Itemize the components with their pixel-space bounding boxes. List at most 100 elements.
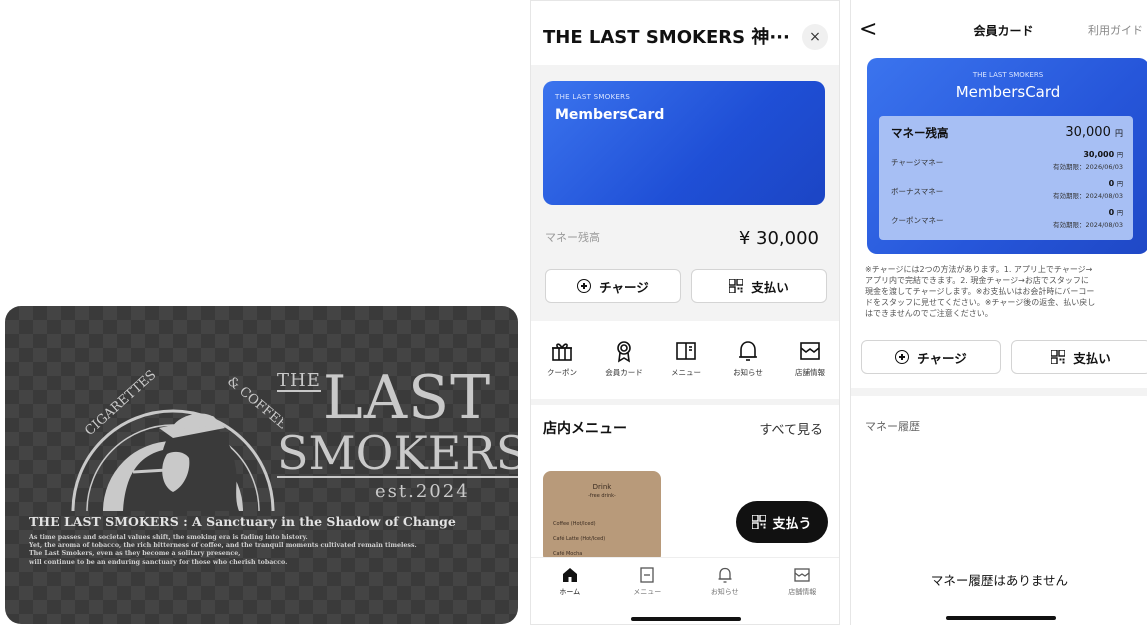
notice-line: 現金を渡してチャージします。※お支払いはお会計時にバーコー	[865, 287, 1095, 296]
shortcut-row: クーポン 会員カード メニュー お知らせ 店舗情報	[531, 339, 839, 389]
drink-row: Café Latte (Hot/Iced)	[553, 536, 606, 542]
shortcut-label: 店舗情報	[795, 368, 825, 377]
tab-label: メニュー	[633, 588, 662, 596]
tab-store-info[interactable]: 店舗情報	[767, 566, 837, 624]
shortcut-news[interactable]: お知らせ	[717, 339, 779, 389]
yen-unit: 円	[1116, 210, 1123, 217]
card-body-line: will continue to be an enduring sanctuar…	[29, 558, 288, 566]
card-tagline: THE LAST SMOKERS : A Sanctuary in the Sh…	[29, 514, 456, 529]
shortcut-menu[interactable]: メニュー	[655, 339, 717, 389]
members-card[interactable]: THE LAST SMOKERS MembersCard	[543, 81, 825, 205]
shortcut-members-card[interactable]: 会員カード	[593, 339, 655, 389]
money-balance-amount: 30,000	[1065, 125, 1111, 140]
menu-icon	[640, 567, 654, 583]
shortcut-label: 会員カード	[605, 368, 643, 377]
card-brand: THE LAST SMOKERS	[555, 93, 631, 101]
home-icon	[562, 568, 577, 582]
shortcut-store-info[interactable]: 店舗情報	[779, 339, 839, 389]
plus-circle-icon	[895, 350, 910, 364]
drink-card-subtitle: -free drink-	[588, 493, 616, 499]
tab-label: お知らせ	[710, 588, 739, 596]
screenshot-canvas: CIGARETTES & COFFEE THELAST SMOKERS est.…	[0, 0, 1147, 625]
money-balance-value: 30,000 円	[1065, 125, 1123, 140]
coupon-money-expiry: 有効期限：2024/08/03	[1053, 221, 1123, 229]
card-brand: THE LAST SMOKERS	[972, 71, 1044, 79]
store-icon	[800, 342, 820, 360]
app-header: THE LAST SMOKERS 神··· ×	[531, 1, 839, 65]
charge-money-amount: 30,000 円	[1083, 150, 1123, 159]
plus-circle-icon	[577, 279, 592, 293]
members-card: THE LAST SMOKERS MembersCard マネー残高 30,00…	[867, 58, 1147, 254]
card-name: MembersCard	[555, 107, 665, 123]
menu-section-title: 店内メニュー	[543, 421, 627, 437]
tab-label: 店舗情報	[788, 588, 817, 596]
drink-card-title: Drink	[592, 483, 612, 491]
coupon-money-label: クーポンマネー	[891, 216, 944, 225]
money-balance-label: マネー残高	[891, 126, 949, 140]
close-icon[interactable]: ×	[802, 24, 828, 50]
badge-icon	[617, 341, 631, 363]
see-all-link[interactable]: すべて見る	[759, 419, 823, 438]
bonus-money-label: ボーナスマネー	[891, 187, 944, 196]
charge-button-label: チャージ	[917, 350, 967, 366]
phone-home-screen: THE LAST SMOKERS 神··· × THE LAST SMOKERS…	[530, 0, 840, 625]
charge-button[interactable]: チャージ	[861, 340, 1001, 374]
brand-established: est.2024	[375, 481, 470, 502]
pay-button-label: 支払い	[751, 279, 789, 295]
money-history-title: マネー履歴	[865, 420, 920, 433]
fab-label: 支払う	[772, 516, 812, 532]
phone-members-card-screen: < 会員カード 利用ガイド THE LAST SMOKERS MembersCa…	[850, 0, 1147, 625]
shortcut-coupon[interactable]: クーポン	[531, 339, 593, 389]
card-name: MembersCard	[955, 83, 1061, 101]
charge-money-expiry: 有効期限：2026/06/03	[1053, 163, 1123, 171]
book-icon	[676, 342, 696, 360]
money-history-empty: マネー履歴はありません	[930, 573, 1069, 588]
brand-last: LAST	[322, 363, 492, 433]
qr-code-icon	[752, 515, 767, 529]
charge-money-label: チャージマネー	[891, 158, 944, 167]
brand-the: THE	[277, 370, 321, 392]
bottom-tab-bar: ホーム メニュー お知らせ 店舗情報	[531, 557, 839, 624]
bonus-money-expiry: 有効期限：2024/08/03	[1053, 192, 1123, 200]
shortcut-label: お知らせ	[733, 368, 763, 377]
notice-line: アプリ内で完結できます。2. 現金チャージ→お店でスタッフに	[865, 276, 1089, 285]
notice-line: はできませんのでご注意ください。	[865, 309, 993, 318]
charge-button[interactable]: チャージ	[545, 269, 681, 303]
card-body-text: As time passes and societal values shift…	[29, 534, 509, 567]
qr-code-icon	[729, 279, 744, 293]
balance-panel: マネー残高 30,000 円 チャージマネー 30,000 円 有効期限：202…	[879, 116, 1133, 240]
store-icon	[794, 568, 810, 582]
balance-value: ¥ 30,000	[738, 228, 819, 249]
section-divider	[531, 399, 839, 405]
qr-code-icon	[1051, 350, 1066, 364]
usage-guide-link[interactable]: 利用ガイド	[1088, 22, 1143, 38]
tab-label: ホーム	[559, 588, 581, 596]
home-indicator	[631, 617, 741, 621]
bell-icon	[718, 567, 732, 583]
shortcut-label: クーポン	[547, 368, 577, 377]
notice-line: ※チャージには2つの方法があります。1. アプリ上でチャージ→	[865, 265, 1093, 274]
physical-member-card: CIGARETTES & COFFEE THELAST SMOKERS est.…	[5, 306, 518, 624]
pay-fab-button[interactable]: 支払う	[736, 501, 828, 543]
pay-button-label: 支払い	[1073, 350, 1111, 366]
card-body-line: As time passes and societal values shift…	[29, 534, 308, 541]
amount-value: 0	[1108, 208, 1115, 217]
card-body-line: The Last Smokers, even as they become a …	[29, 550, 241, 558]
brand-wordmark-line2: SMOKERS	[277, 430, 518, 478]
tab-home[interactable]: ホーム	[535, 566, 605, 624]
amount-value: 30,000	[1083, 150, 1115, 159]
section-divider	[851, 388, 1147, 396]
amount-value: 0	[1108, 179, 1115, 188]
card-body-line: Yet, the aroma of tobacco, the rich bitt…	[29, 542, 417, 550]
drink-row: Coffee (Hot/Iced)	[553, 521, 596, 527]
gift-icon	[552, 343, 572, 361]
yen-unit: 円	[1115, 129, 1123, 138]
charge-button-label: チャージ	[599, 279, 649, 295]
emblem-right-text: & COFFEE	[224, 374, 283, 433]
app-title: THE LAST SMOKERS 神···	[543, 27, 790, 48]
home-indicator	[946, 616, 1056, 620]
pay-button[interactable]: 支払い	[691, 269, 827, 303]
drink-menu-card[interactable]: Drink -free drink- Coffee (Hot/Iced) Caf…	[543, 471, 661, 563]
yen-unit: 円	[1116, 181, 1123, 188]
pay-button[interactable]: 支払い	[1011, 340, 1147, 374]
